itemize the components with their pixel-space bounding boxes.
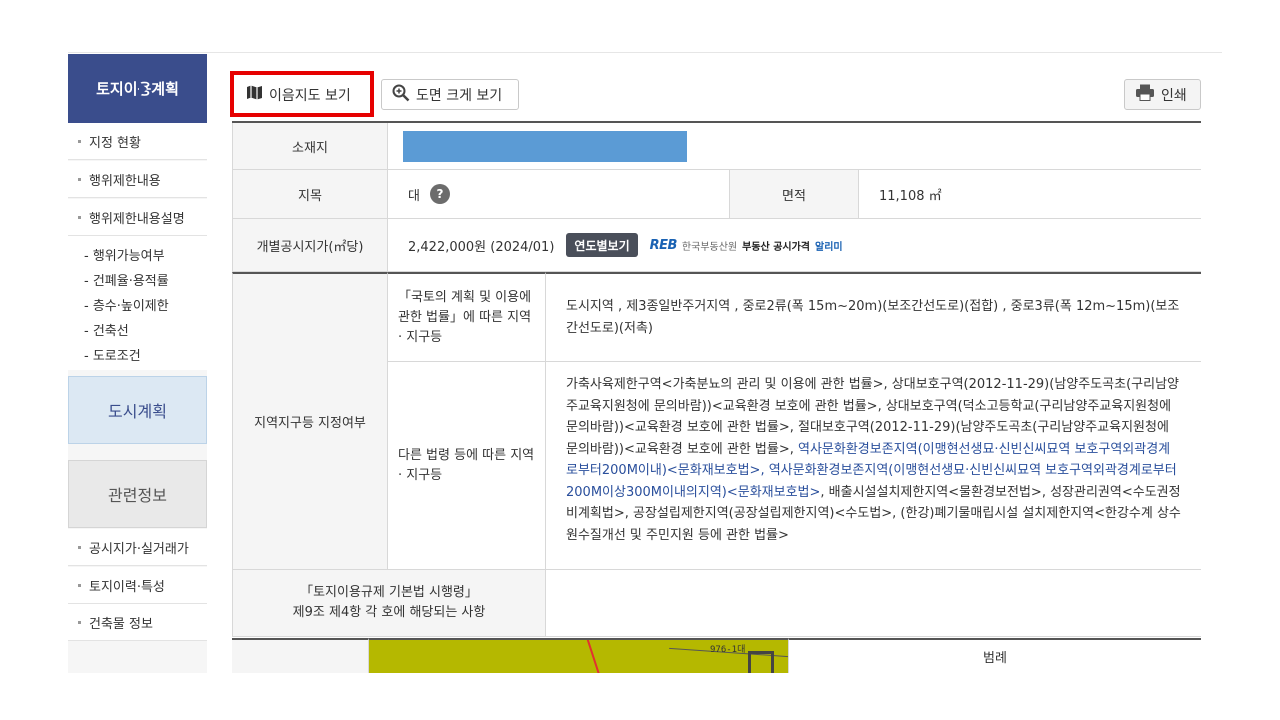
sidebar-header[interactable]: 토지이용계획 <box>68 54 207 123</box>
other-law-label: 다른 법령 등에 따른 지역 · 지구등 <box>388 362 546 570</box>
top-divider <box>68 52 1222 53</box>
zoom-in-icon <box>392 84 410 106</box>
sidebar-city-plan[interactable]: 도시계획 <box>68 376 207 444</box>
sidebar-item-label: 토지이력·특성 <box>89 579 165 595</box>
decree-value <box>546 570 1201 637</box>
sidebar-item-land-history[interactable]: 토지이력·특성 <box>68 567 207 604</box>
sidebar-item-restriction-desc[interactable]: 행위제한내용설명 <box>68 199 207 236</box>
sidebar-item-land-price[interactable]: 공시지가·실거래가 <box>68 529 207 566</box>
sidebar-item-label: 건축물 정보 <box>89 616 153 632</box>
bullet-icon <box>78 545 81 549</box>
bullet-icon <box>78 139 81 143</box>
map-view-label: 이음지도 보기 <box>269 87 351 104</box>
price-header: 개별공시지가(㎡당) <box>232 219 388 272</box>
reb-app: 알리미 <box>815 241 843 253</box>
sidebar-active-arrow <box>139 81 147 97</box>
reb-price-alert-link[interactable]: REB 한국부동산원 부동산 공시가격 알리미 <box>650 238 843 253</box>
category-header: 지목 <box>232 170 388 219</box>
sidebar-sub-item-building-line[interactable]: - 건축선 <box>68 319 207 344</box>
sidebar-item-restrictions[interactable]: 행위제한내용 <box>68 161 207 198</box>
sidebar-item-building[interactable]: 건축물 정보 <box>68 604 207 641</box>
national-law-label: 「국토의 계획 및 이용에 관한 법률」에 따른 지역 · 지구등 <box>388 272 546 362</box>
national-law-value: 도시지역 , 제3종일반주거지역 , 중로2류(폭 15m~20m)(보조간선도… <box>546 272 1201 362</box>
land-map-preview[interactable]: 976-1대 <box>369 638 788 673</box>
bullet-icon <box>78 620 81 624</box>
yearly-view-button[interactable]: 연도별보기 <box>566 233 638 257</box>
sidebar-item-label: 행위제한내용설명 <box>89 211 185 227</box>
map-road-line <box>585 640 603 673</box>
location-redacted-value <box>403 130 687 162</box>
reb-logo: REB <box>649 237 678 253</box>
print-label: 인쇄 <box>1161 87 1187 104</box>
area-value: 11,108 ㎡ <box>859 170 1201 219</box>
location-cell <box>388 123 1201 170</box>
map-parcel-label: 976-1대 <box>710 645 746 655</box>
category-value: 대 <box>408 188 420 204</box>
sidebar-sub-item-coverage[interactable]: - 건폐율·용적률 <box>68 269 207 294</box>
sidebar-sub-item-road[interactable]: - 도로조건 <box>68 344 207 369</box>
sidebar-item-label: 공시지가·실거래가 <box>89 541 189 557</box>
other-law-value: 가축사육제한구역<가축분뇨의 관리 및 이용에 관한 법률>, 상대보호구역(2… <box>546 362 1201 570</box>
sidebar-item-label: 지정 현황 <box>89 135 141 151</box>
decree-header-line1: 「토지이용규제 기본법 시행령」 <box>300 585 478 600</box>
print-button[interactable]: 인쇄 <box>1124 79 1201 110</box>
decree-header: 「토지이용규제 기본법 시행령」 제9조 제4항 각 호에 해당되는 사항 <box>232 570 546 637</box>
map-legend: 범례 <box>788 638 1201 673</box>
zone-header: 지역지구등 지정여부 <box>232 272 388 570</box>
price-cell: 2,422,000원 (2024/01) 연도별보기 REB 한국부동산원 부동… <box>388 219 1201 272</box>
zoom-view-button[interactable]: 도면 크게 보기 <box>381 79 519 110</box>
reb-service: 부동산 공시가격 <box>742 241 811 253</box>
map-icon <box>246 85 263 104</box>
bullet-icon <box>78 215 81 219</box>
sidebar-item-label: 행위제한내용 <box>89 173 161 189</box>
zoom-view-label: 도면 크게 보기 <box>416 87 503 104</box>
area-header: 면적 <box>729 170 859 219</box>
sidebar-related-info[interactable]: 관련정보 <box>68 460 207 528</box>
sidebar-item-designation[interactable]: 지정 현황 <box>68 123 207 160</box>
map-row-header <box>232 638 369 673</box>
price-value: 2,422,000원 (2024/01) <box>408 239 555 255</box>
sidebar-sub-list: - 행위가능여부 - 건폐율·용적률 - 층수·높이제한 - 건축선 - 도로조… <box>68 236 207 370</box>
bullet-icon <box>78 177 81 181</box>
help-icon[interactable]: ? <box>429 184 450 204</box>
decree-header-line2: 제9조 제4항 각 호에 해당되는 사항 <box>292 605 486 620</box>
category-cell: 대 ? <box>388 170 729 219</box>
map-view-button[interactable]: 이음지도 보기 <box>236 79 368 110</box>
sidebar-sub-item-allowed[interactable]: - 행위가능여부 <box>68 244 207 269</box>
sidebar: 토지이용계획 지정 현황 행위제한내용 행위제한내용설명 - 행위가능여부 - … <box>68 54 207 673</box>
map-parcel-marker <box>748 651 774 673</box>
bullet-icon <box>78 583 81 587</box>
reb-org: 한국부동산원 <box>681 241 738 253</box>
sidebar-sub-item-height[interactable]: - 층수·높이제한 <box>68 294 207 319</box>
location-header: 소재지 <box>232 123 388 170</box>
printer-icon <box>1135 84 1155 105</box>
